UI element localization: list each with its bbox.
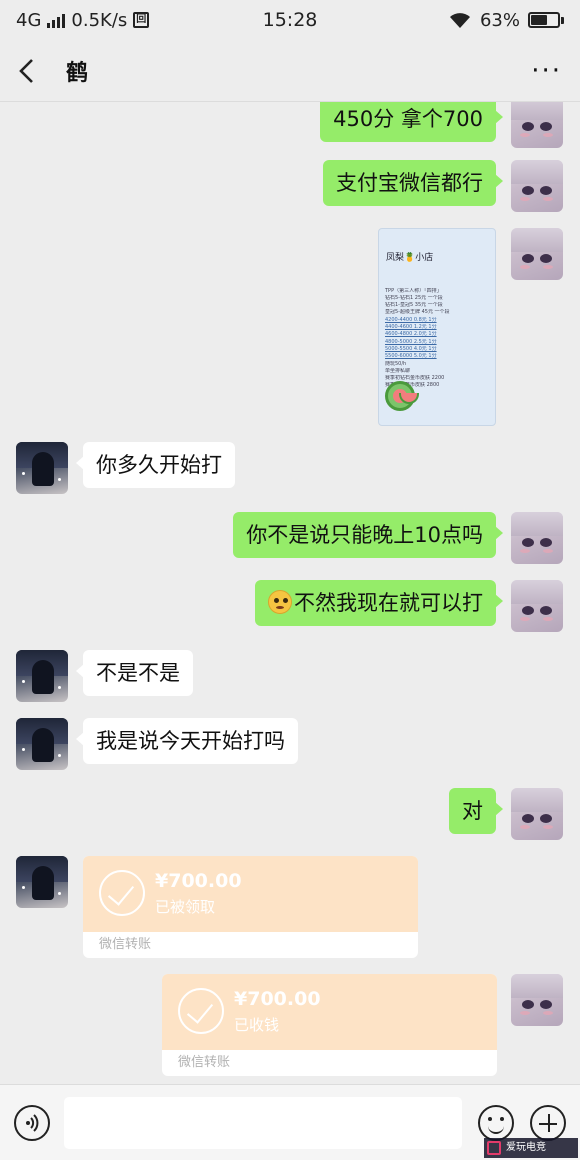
image-subtitle [385,266,489,273]
message-bubble-sent[interactable]: 450分 拿个700 [320,102,503,142]
pleading-face-emoji-icon [268,590,292,614]
transfer-label: 微信转账 [178,1055,231,1070]
message-bubble-sent[interactable]: 支付宝微信都行 [323,160,503,206]
avatar-self[interactable] [511,512,563,564]
avatar-self[interactable] [511,788,563,840]
site-watermark: 爱玩电竞 [484,1138,578,1158]
avatar-contact[interactable] [16,718,68,770]
network-type: 4G [16,9,42,31]
avatar-self[interactable] [511,228,563,280]
message-bubble-received[interactable]: 不是不是 [76,650,193,696]
avatar-contact[interactable] [16,856,68,908]
watermark-logo-icon [487,1141,501,1155]
image-line: 4200-4400 0.8元 1分 [385,316,437,323]
avatar-self[interactable] [511,102,563,148]
avatar-contact[interactable] [16,650,68,702]
message-bubble-sent[interactable]: 你不是说只能晚上10点吗 [233,512,503,558]
message-bubble-received[interactable]: 我是说今天开始打吗 [76,718,298,764]
image-line: 皇冠5-超级王牌 45元 一个段 [385,309,450,316]
transfer-card-received[interactable]: ¥700.00 已被领取 微信转账 [83,856,418,958]
transfer-amount: ¥700.00 [155,870,242,892]
hd-icon: 回 [133,12,150,28]
status-time: 15:28 [262,9,318,31]
chat-title: 鹤 [66,60,89,86]
network-speed: 0.5K/s [71,9,128,31]
chat-header: 鹤 ··· [0,40,580,102]
battery-icon [527,12,564,28]
status-bar: 4G 0.5K/s 回 15:28 63% [0,0,580,40]
image-line: 钻石1-皇冠5 35元 一个段 [385,302,443,309]
signal-icon [47,12,66,28]
image-line: 4400-4600 1.2元 1分 [385,324,437,331]
status-right: 63% [364,10,564,31]
transfer-amount: ¥700.00 [234,988,321,1010]
check-circle-icon [178,988,224,1034]
transfer-label: 微信转账 [99,937,152,952]
battery-percent: 63% [479,9,520,31]
image-line: 钻石5-钻石1 25元 一个段 [385,294,443,301]
avatar-self[interactable] [511,160,563,212]
transfer-card-sent[interactable]: ¥700.00 已收钱 微信转账 [162,974,497,1076]
image-title: 凤梨🍍小店 [386,253,434,263]
voice-input-icon[interactable] [14,1105,50,1141]
avatar-self[interactable] [511,580,563,632]
message-bubble-sent[interactable]: 对 [449,788,503,834]
transfer-status: 已收钱 [234,1016,280,1034]
image-line: 单坐排私聊 [385,367,411,374]
message-bubble-received[interactable]: 你多久开始打 [76,442,235,488]
watermark-text: 爱玩电竞 [506,1142,546,1153]
more-options-icon[interactable]: ··· [531,58,562,84]
message-text: 不然我现在就可以打 [294,591,483,615]
image-line: 5500-6000 5.0元 1分 [385,353,437,360]
avatar-contact[interactable] [16,442,68,494]
image-message[interactable]: 凤梨🍍小店 TPP（第三人称）「四排」 钻石5-钻石1 25元 一个段 钻石1-… [378,228,496,426]
image-line: TPP（第三人称）「四排」 [385,287,442,294]
avatar-self[interactable] [511,974,563,1026]
image-line: 4800-5000 2.5元 1分 [385,338,437,345]
back-icon[interactable] [18,56,44,86]
message-bubble-sent[interactable]: 不然我现在就可以打 [255,580,503,626]
image-line: 5000-5500 4.0元 1分 [385,345,437,352]
more-actions-plus-icon[interactable] [530,1105,566,1141]
image-line: 随玩50/h [385,360,407,367]
check-circle-icon [99,870,145,916]
image-line: 4600-4800 2.0元 1分 [385,331,437,338]
message-list[interactable]: 450分 拿个700 支付宝微信都行 凤梨🍍小店 TPP（第三人称）「四排」 钻… [0,102,580,1084]
wifi-icon [449,13,470,28]
emoji-icon[interactable] [478,1105,514,1141]
status-left: 4G 0.5K/s 回 [16,10,216,31]
transfer-status: 已被领取 [155,898,216,916]
message-input[interactable] [64,1097,462,1149]
